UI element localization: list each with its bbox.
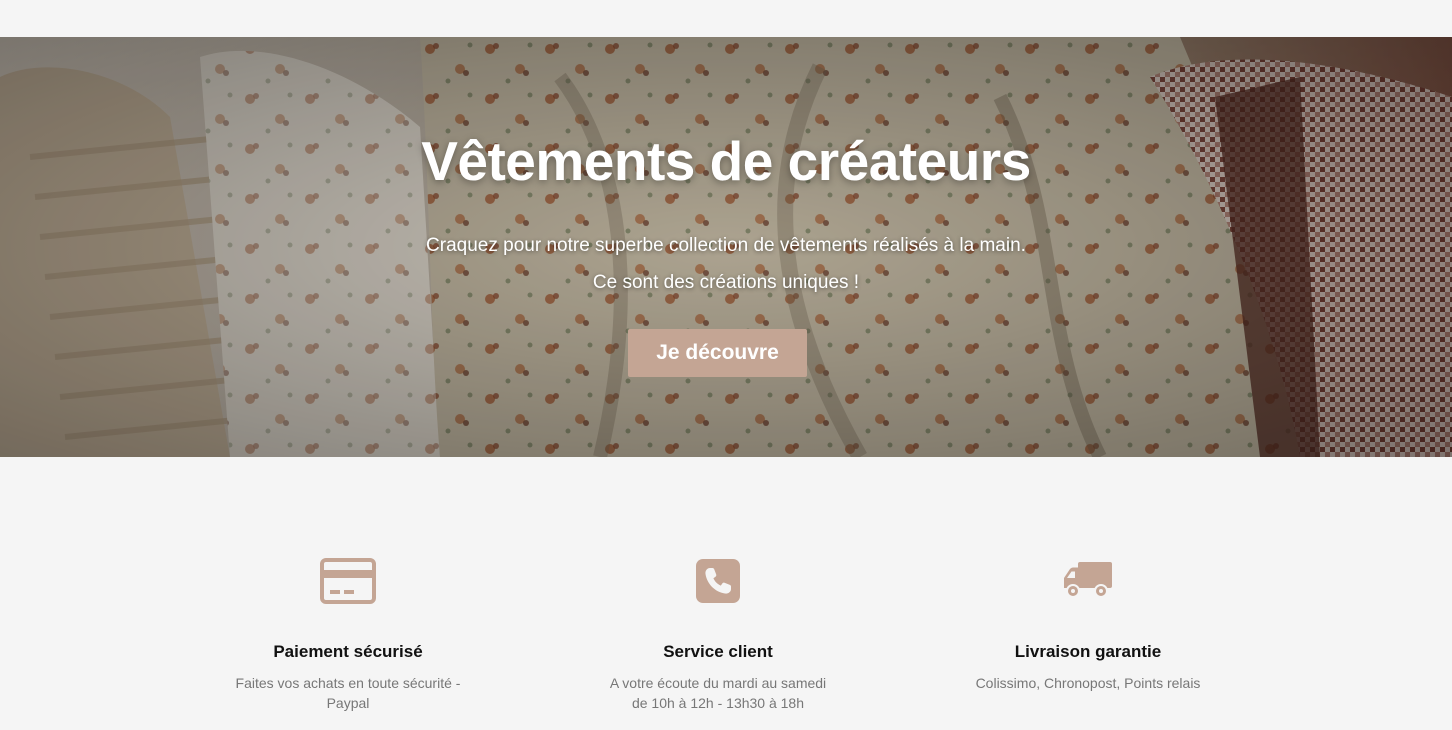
feature-customer-service: Service client A votre écoute du mardi a… (588, 540, 848, 713)
hero-title: Vêtements de créateurs (421, 130, 1031, 192)
feature-description: Colissimo, Chronopost, Points relais (958, 673, 1218, 693)
feature-title: Service client (663, 642, 773, 661)
hero-subtitle-line-1: Craquez pour notre superbe collection de… (426, 235, 1026, 256)
hero-banner: Vêtements de créateurs Craquez pour notr… (0, 37, 1452, 457)
feature-description: Faites vos achats en toute sécurité - Pa… (218, 673, 478, 713)
features-section: Paiement sécurisé Faites vos achats en t… (0, 540, 1452, 730)
phone-icon (678, 558, 758, 624)
credit-card-icon (308, 558, 388, 624)
feature-description-line-1: Faites vos achats en toute sécurité - (235, 675, 461, 691)
feature-title: Livraison garantie (1014, 642, 1162, 661)
hero-content: Vêtements de créateurs Craquez pour notr… (0, 37, 1452, 457)
feature-description-line-2: de 10h à 12h - 13h30 à 18h (631, 695, 805, 711)
feature-title: Paiement sécurisé (273, 642, 423, 661)
feature-description-line-2: Paypal (326, 695, 370, 711)
hero-subtitle-line-2: Ce sont des créations uniques ! (592, 272, 860, 293)
feature-secure-payment: Paiement sécurisé Faites vos achats en t… (218, 540, 478, 713)
feature-guaranteed-delivery: Livraison garantie Colissimo, Chronopost… (958, 540, 1218, 693)
feature-description-line-1: Colissimo, Chronopost, Points relais (975, 675, 1201, 691)
truck-icon (1048, 558, 1128, 624)
page: Vêtements de créateurs Craquez pour notr… (0, 0, 1452, 730)
feature-description: A votre écoute du mardi au samedi de 10h… (588, 673, 848, 713)
feature-description-line-1: A votre écoute du mardi au samedi (609, 675, 827, 691)
discover-button[interactable]: Je découvre (628, 329, 807, 377)
